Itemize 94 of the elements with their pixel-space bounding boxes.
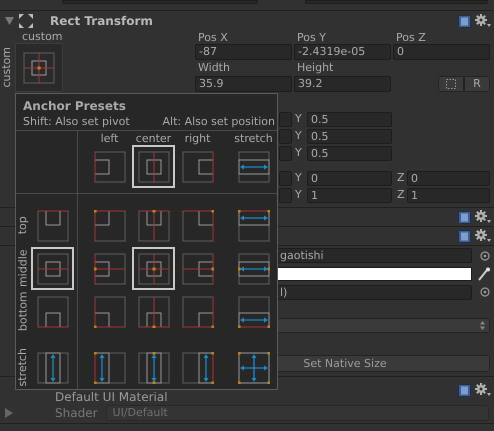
row-label: middle xyxy=(16,250,30,288)
anchor-icon xyxy=(94,296,126,328)
anchor-icon xyxy=(94,210,126,242)
color-field[interactable] xyxy=(276,267,472,281)
input-field[interactable]: l) xyxy=(276,284,472,300)
field-label: Pos Y xyxy=(296,31,327,44)
axis-label: Y xyxy=(295,145,303,162)
input-field[interactable]: 0 xyxy=(307,171,392,186)
input-field[interactable]: 39.2 xyxy=(294,76,391,92)
anchor-icon xyxy=(94,352,126,384)
anchor-icon xyxy=(238,252,270,284)
gear-icon[interactable] xyxy=(475,229,491,243)
anchor-icon xyxy=(36,296,68,328)
axis-label: Z xyxy=(397,187,406,204)
anchor-icon xyxy=(138,252,170,284)
input-field[interactable]: 0 xyxy=(407,171,490,186)
up-down-arrows-icon xyxy=(480,321,485,330)
anchor-icon xyxy=(238,150,270,182)
component-title: Rect Transform xyxy=(50,13,153,30)
input-field[interactable] xyxy=(279,112,292,127)
row-label: bottom xyxy=(16,292,30,332)
input-field[interactable]: 0.5 xyxy=(307,129,392,144)
anchor-icon xyxy=(182,150,214,182)
input-field[interactable]: 1 xyxy=(307,188,392,203)
axis-label: Y xyxy=(295,111,303,128)
anchor-icon xyxy=(182,352,214,384)
anchor-icon xyxy=(138,296,170,328)
eyedropper-icon[interactable] xyxy=(478,267,490,281)
target-icon[interactable] xyxy=(480,287,490,297)
help-book-icon[interactable] xyxy=(458,230,471,242)
input-field[interactable]: 0.5 xyxy=(307,112,392,127)
anchor-icon xyxy=(94,252,126,284)
help-book-icon[interactable] xyxy=(458,14,471,28)
dotted-square-icon xyxy=(446,79,456,89)
gear-icon[interactable] xyxy=(475,14,491,28)
input-field[interactable]: 0 xyxy=(393,44,490,60)
anchor-widget-button[interactable] xyxy=(15,43,63,92)
hint-text: Shift: Also set pivot xyxy=(23,114,130,130)
anchor-icon xyxy=(238,210,270,242)
anchor-icon xyxy=(182,296,214,328)
row-label: top xyxy=(16,216,30,235)
input-field[interactable]: -2.4319e-05 xyxy=(294,44,391,60)
anchor-icon xyxy=(138,210,170,242)
anchor-icon xyxy=(94,150,126,182)
help-book-icon[interactable] xyxy=(458,210,471,224)
input-field[interactable] xyxy=(279,146,292,161)
blueprint-mode-button[interactable] xyxy=(438,76,464,92)
input-field[interactable]: 35.9 xyxy=(195,76,292,92)
anchor-icon xyxy=(238,352,270,384)
gear-icon[interactable] xyxy=(475,383,491,397)
anchor-icon xyxy=(238,296,270,328)
anchor-icon xyxy=(182,210,214,242)
hint-text: Alt: Also set position xyxy=(162,114,275,130)
row-label: stretch xyxy=(16,348,30,387)
input-field[interactable] xyxy=(279,171,292,186)
anchor-icon xyxy=(36,352,68,384)
popup-title: Anchor Presets xyxy=(22,98,127,114)
column-label: stretch xyxy=(234,133,273,145)
anchor-icon xyxy=(138,150,170,182)
anchor-preset-button[interactable] xyxy=(132,145,175,188)
field-label: Width xyxy=(197,60,231,76)
column-label: center xyxy=(136,133,172,145)
column-label: right xyxy=(184,133,210,145)
field-label: Shader xyxy=(55,405,98,422)
raw-edit-button[interactable]: R xyxy=(464,76,490,92)
anchor-icon xyxy=(36,252,68,284)
material-title: Default UI Material xyxy=(55,391,168,403)
anchor-label: custom xyxy=(21,31,64,43)
anchor-preset-button[interactable] xyxy=(132,247,175,290)
field-label: Height xyxy=(296,60,334,76)
anchor-icon xyxy=(182,252,214,284)
anchor-icon xyxy=(138,352,170,384)
field-label: Pos X xyxy=(197,31,229,44)
help-book-icon[interactable] xyxy=(458,384,471,396)
axis-label: Y xyxy=(295,187,303,204)
triangle-icon[interactable] xyxy=(5,17,14,25)
row-label: custom xyxy=(0,47,14,88)
axis-label: Z xyxy=(397,170,406,186)
move-arrows-icon xyxy=(18,13,34,29)
input-field[interactable]: 1 xyxy=(407,188,490,203)
input-field[interactable]: -87 xyxy=(195,44,292,60)
anchor-icon xyxy=(36,210,68,242)
column-label: left xyxy=(100,133,118,145)
gear-icon[interactable] xyxy=(475,210,491,224)
target-icon[interactable] xyxy=(480,250,490,260)
input-field[interactable]: gaotishi xyxy=(276,248,472,263)
input-field[interactable] xyxy=(279,129,292,144)
input-field[interactable]: 0.5 xyxy=(307,146,392,161)
axis-label: Y xyxy=(295,170,303,186)
input-field[interactable] xyxy=(279,188,292,203)
axis-label: Y xyxy=(295,128,303,144)
anchor-icon xyxy=(23,52,55,84)
field-label: Pos Z xyxy=(395,31,427,44)
anchor-preset-button[interactable] xyxy=(31,247,74,290)
